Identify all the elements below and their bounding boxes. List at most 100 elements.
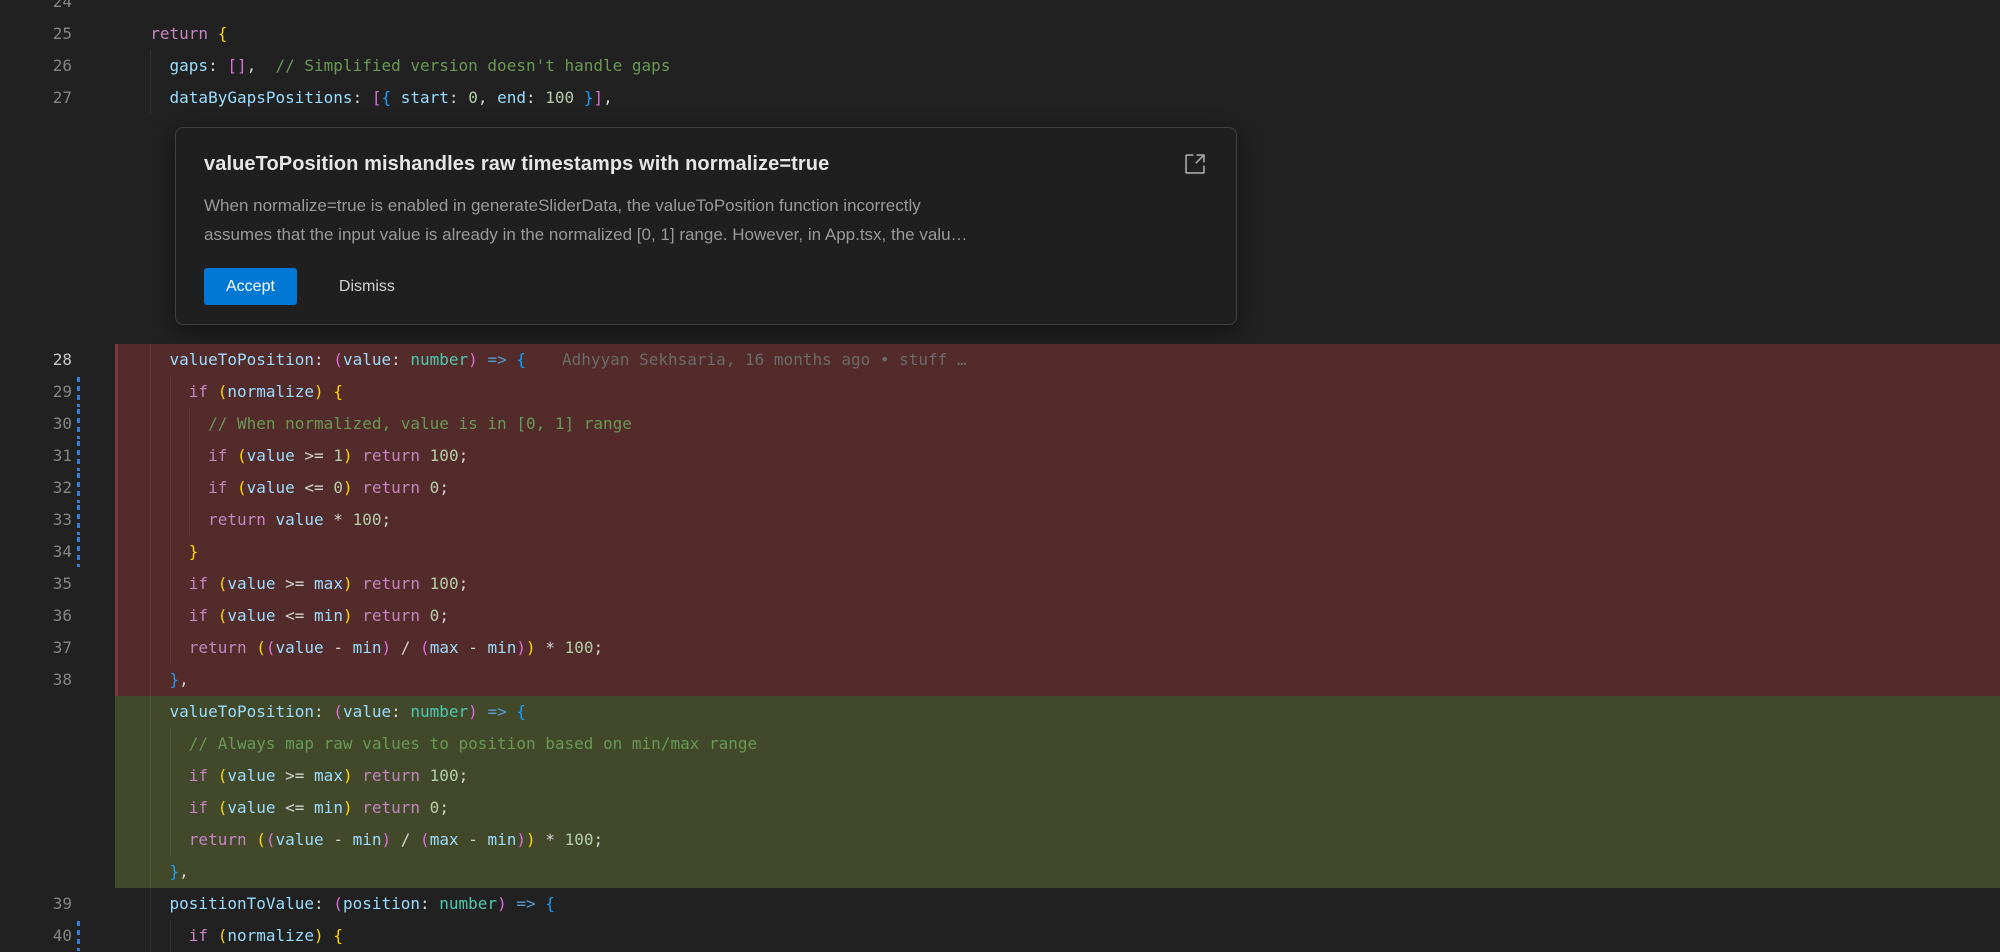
gutter[interactable]: 40	[0, 920, 115, 952]
code-line-content[interactable]: gaps: [], // Simplified version doesn't …	[115, 50, 2000, 82]
gutter[interactable]: 24	[0, 0, 115, 18]
code-line-content[interactable]: return {	[115, 18, 2000, 50]
code-line-content[interactable]: return ((value - min) / (max - min)) * 1…	[115, 824, 2000, 856]
code-line-content[interactable]: return value * 100;	[115, 504, 2000, 536]
gutter[interactable]: 26	[0, 50, 115, 82]
gutter[interactable]: 28	[0, 344, 115, 376]
gutter[interactable]: 33	[0, 504, 115, 536]
indent-guide	[170, 728, 171, 760]
code-line-content[interactable]: },	[115, 664, 2000, 696]
indent-guide	[150, 856, 151, 888]
gutter[interactable]: 37	[0, 632, 115, 664]
line-number: 28	[0, 344, 115, 376]
code-line: 38 },	[0, 664, 2000, 696]
popup-title: valueToPosition mishandles raw timestamp…	[204, 153, 1208, 176]
popup-body-line: assumes that the input value is already …	[204, 220, 1208, 249]
open-external-icon[interactable]	[1182, 150, 1210, 178]
git-blame-annotation: Adhyyan Sekhsaria, 16 months ago • stuff…	[562, 350, 967, 369]
gutter[interactable]: 31	[0, 440, 115, 472]
popup-body: When normalize=true is enabled in genera…	[204, 191, 1208, 249]
code-line-content[interactable]: },	[115, 856, 2000, 888]
code-line-content[interactable]: valueToPosition: (value: number) => {	[115, 696, 2000, 728]
indent-guide	[189, 408, 190, 440]
line-number: 32	[0, 472, 115, 504]
code-line-content[interactable]: // Always map raw values to position bas…	[115, 728, 2000, 760]
code-line: 35 if (value >= max) return 100;	[0, 568, 2000, 600]
gutter[interactable]: 32	[0, 472, 115, 504]
gutter[interactable]: 29	[0, 376, 115, 408]
line-number: 38	[0, 664, 115, 696]
code-line-content[interactable]: if (normalize) {	[115, 920, 2000, 952]
indent-guide	[170, 632, 171, 664]
code-line: 29 if (normalize) {	[0, 376, 2000, 408]
code-line-content[interactable]: if (value >= 1) return 100;	[115, 440, 2000, 472]
code-line-content[interactable]	[115, 0, 2000, 18]
modified-gutter-indicator	[77, 505, 80, 535]
modified-gutter-indicator	[77, 441, 80, 471]
indent-guide	[150, 376, 151, 408]
gutter[interactable]: 34	[0, 536, 115, 568]
code-lines-bottom: 28 valueToPosition: (value: number) => {…	[0, 344, 2000, 952]
line-number: 31	[0, 440, 115, 472]
gutter[interactable]: 35	[0, 568, 115, 600]
indent-guide	[150, 82, 151, 114]
code-line-content[interactable]: return ((value - min) / (max - min)) * 1…	[115, 632, 2000, 664]
code-line-content[interactable]: }	[115, 536, 2000, 568]
indent-guide	[150, 792, 151, 824]
line-number: 40	[0, 920, 115, 952]
code-line: 30 // When normalized, value is in [0, 1…	[0, 408, 2000, 440]
indent-guide	[150, 760, 151, 792]
indent-guide	[150, 920, 151, 952]
modified-gutter-indicator	[77, 377, 80, 407]
gutter[interactable]: 30	[0, 408, 115, 440]
gutter[interactable]	[0, 760, 115, 792]
gutter[interactable]: 38	[0, 664, 115, 696]
indent-guide	[150, 632, 151, 664]
gutter[interactable]: 39	[0, 888, 115, 920]
indent-guide	[150, 728, 151, 760]
gutter[interactable]	[0, 696, 115, 728]
code-line: 32 if (value <= 0) return 0;	[0, 472, 2000, 504]
gutter[interactable]: 36	[0, 600, 115, 632]
indent-guide	[150, 536, 151, 568]
gutter[interactable]	[0, 856, 115, 888]
modified-gutter-indicator	[77, 473, 80, 503]
line-number: 35	[0, 568, 115, 600]
code-line-content[interactable]: if (value <= 0) return 0;	[115, 472, 2000, 504]
indent-guide	[170, 568, 171, 600]
indent-guide	[170, 440, 171, 472]
code-line-content[interactable]: if (value >= max) return 100;	[115, 760, 2000, 792]
code-line-content[interactable]: if (value >= max) return 100;	[115, 568, 2000, 600]
line-number: 25	[0, 18, 115, 50]
accept-button[interactable]: Accept	[204, 268, 297, 305]
gutter[interactable]	[0, 728, 115, 760]
code-line: 26 gaps: [], // Simplified version doesn…	[0, 50, 2000, 82]
gutter[interactable]: 25	[0, 18, 115, 50]
indent-guide	[150, 344, 151, 376]
indent-guide	[170, 376, 171, 408]
code-line-content[interactable]: valueToPosition: (value: number) => {Adh…	[115, 344, 2000, 376]
code-line-content[interactable]: // When normalized, value is in [0, 1] r…	[115, 408, 2000, 440]
code-line-content[interactable]: dataByGapsPositions: [{ start: 0, end: 1…	[115, 82, 2000, 114]
indent-guide	[170, 408, 171, 440]
modified-gutter-indicator	[77, 537, 80, 567]
indent-guide	[170, 504, 171, 536]
indent-guide	[150, 568, 151, 600]
indent-guide	[170, 920, 171, 952]
line-number: 37	[0, 632, 115, 664]
line-number: 39	[0, 888, 115, 920]
code-line: 40 if (normalize) {	[0, 920, 2000, 952]
indent-guide	[170, 600, 171, 632]
code-line-content[interactable]: if (value <= min) return 0;	[115, 792, 2000, 824]
dismiss-button[interactable]: Dismiss	[333, 277, 401, 297]
code-line-content[interactable]: positionToValue: (position: number) => {	[115, 888, 2000, 920]
gutter[interactable]	[0, 792, 115, 824]
line-number: 27	[0, 82, 115, 114]
gutter[interactable]	[0, 824, 115, 856]
code-line-content[interactable]: if (value <= min) return 0;	[115, 600, 2000, 632]
indent-guide	[189, 472, 190, 504]
gutter[interactable]: 27	[0, 82, 115, 114]
code-line: if (value >= max) return 100;	[0, 760, 2000, 792]
indent-guide	[170, 536, 171, 568]
code-line-content[interactable]: if (normalize) {	[115, 376, 2000, 408]
